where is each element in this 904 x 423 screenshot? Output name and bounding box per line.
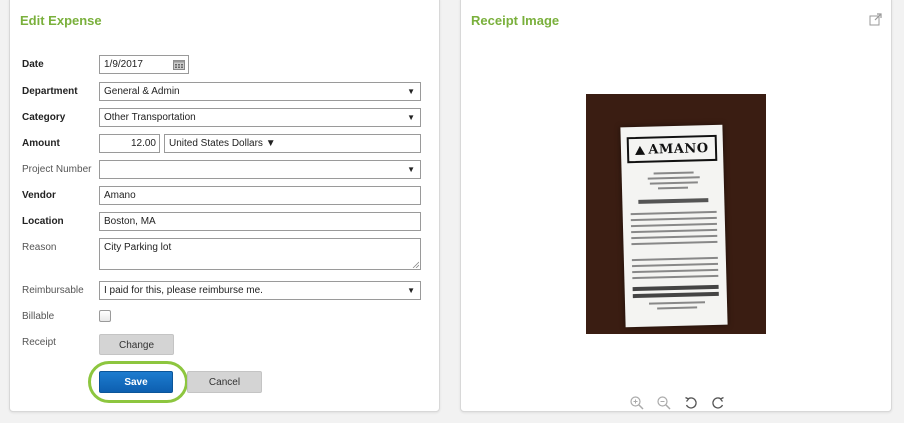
department-row: Department General & Admin ▼ <box>10 82 441 102</box>
currency-value: United States Dollars <box>169 138 263 149</box>
department-select[interactable]: General & Admin ▼ <box>99 82 421 101</box>
reimbursable-select[interactable]: I paid for this, please reimburse me. ▼ <box>99 281 421 300</box>
amount-input[interactable]: 12.00 <box>99 134 160 153</box>
receipt-paper: AMANO <box>620 124 728 328</box>
receipt-print-line <box>631 256 718 262</box>
edit-expense-title: Edit Expense <box>20 13 102 28</box>
reason-value: City Parking lot <box>104 242 172 253</box>
category-select[interactable]: Other Transportation ▼ <box>99 108 421 127</box>
reimbursable-label: Reimbursable <box>22 285 84 296</box>
image-viewer-toolbar <box>629 395 726 411</box>
receipt-print-line <box>649 181 698 185</box>
category-label: Category <box>22 112 66 123</box>
amount-label: Amount <box>22 138 60 149</box>
edit-expense-panel: Edit Expense Date 1/9/2017 Department Ge… <box>9 0 440 412</box>
billable-checkbox[interactable] <box>99 310 111 322</box>
receipt-logo-text: AMANO <box>648 140 709 158</box>
reimbursable-value: I paid for this, please reimburse me. <box>104 285 263 296</box>
resize-grip-icon[interactable] <box>412 261 419 268</box>
receipt-row: Receipt Change <box>10 334 441 356</box>
receipt-print-line <box>657 306 698 310</box>
chevron-down-icon: ▼ <box>407 87 415 96</box>
change-receipt-button[interactable]: Change <box>99 334 174 355</box>
receipt-print-line <box>632 284 719 292</box>
receipt-print-line <box>632 274 719 280</box>
category-row: Category Other Transportation ▼ <box>10 108 441 128</box>
receipt-print-line <box>632 268 719 274</box>
currency-select[interactable]: United States Dollars ▼ <box>164 134 421 153</box>
receipt-image-panel: Receipt Image AMANO <box>460 0 892 412</box>
reimbursable-row: Reimbursable I paid for this, please rei… <box>10 281 441 301</box>
vendor-input[interactable]: Amano <box>99 186 421 205</box>
location-row: Location Boston, MA <box>10 212 441 232</box>
rotate-left-icon[interactable] <box>683 395 699 411</box>
receipt-print-line <box>648 301 706 305</box>
reason-row: Reason City Parking lot <box>10 238 441 272</box>
calendar-icon[interactable] <box>173 59 185 70</box>
save-button[interactable]: Save <box>99 371 173 393</box>
receipt-photo: AMANO <box>586 94 766 334</box>
chevron-down-icon: ▼ <box>407 165 415 174</box>
billable-row: Billable <box>10 307 441 327</box>
chevron-down-icon: ▼ <box>265 138 276 149</box>
billable-label: Billable <box>22 311 55 322</box>
project-number-select[interactable]: ▼ <box>99 160 421 179</box>
reason-label: Reason <box>22 242 57 253</box>
date-row: Date 1/9/2017 <box>10 55 441 75</box>
department-value: General & Admin <box>104 86 180 97</box>
receipt-logo: AMANO <box>626 134 718 164</box>
department-label: Department <box>22 86 78 97</box>
receipt-print-line <box>630 216 717 222</box>
amano-logo-icon <box>635 145 646 155</box>
reason-textarea[interactable]: City Parking lot <box>99 238 421 270</box>
chevron-down-icon: ▼ <box>407 286 415 295</box>
vendor-row: Vendor Amano <box>10 186 441 206</box>
project-number-row: Project Number ▼ <box>10 160 441 180</box>
receipt-print-line <box>630 210 717 216</box>
date-value: 1/9/2017 <box>104 59 143 70</box>
location-input[interactable]: Boston, MA <box>99 212 421 231</box>
external-link-icon[interactable] <box>869 13 882 26</box>
receipt-print-line <box>631 240 718 246</box>
receipt-print-line <box>632 291 719 299</box>
category-value: Other Transportation <box>104 112 196 123</box>
receipt-print-line <box>653 171 694 175</box>
date-input[interactable]: 1/9/2017 <box>99 55 189 74</box>
receipt-image-title: Receipt Image <box>471 13 560 28</box>
chevron-down-icon: ▼ <box>407 113 415 122</box>
zoom-out-icon[interactable] <box>656 395 672 411</box>
receipt-print-line <box>632 262 719 268</box>
receipt-print-line <box>631 228 718 234</box>
cancel-button[interactable]: Cancel <box>187 371 262 393</box>
date-label: Date <box>22 59 44 70</box>
receipt-print-line <box>638 198 709 204</box>
zoom-in-icon[interactable] <box>629 395 645 411</box>
receipt-print-line <box>647 176 700 180</box>
receipt-label: Receipt <box>22 337 56 348</box>
amount-row: Amount 12.00 United States Dollars ▼ <box>10 134 441 154</box>
project-number-label: Project Number <box>22 164 92 175</box>
receipt-print-line <box>657 186 689 190</box>
receipt-print-line <box>630 222 717 228</box>
location-label: Location <box>22 216 64 227</box>
rotate-right-icon[interactable] <box>710 395 726 411</box>
receipt-print-line <box>631 234 718 240</box>
vendor-label: Vendor <box>22 190 56 201</box>
